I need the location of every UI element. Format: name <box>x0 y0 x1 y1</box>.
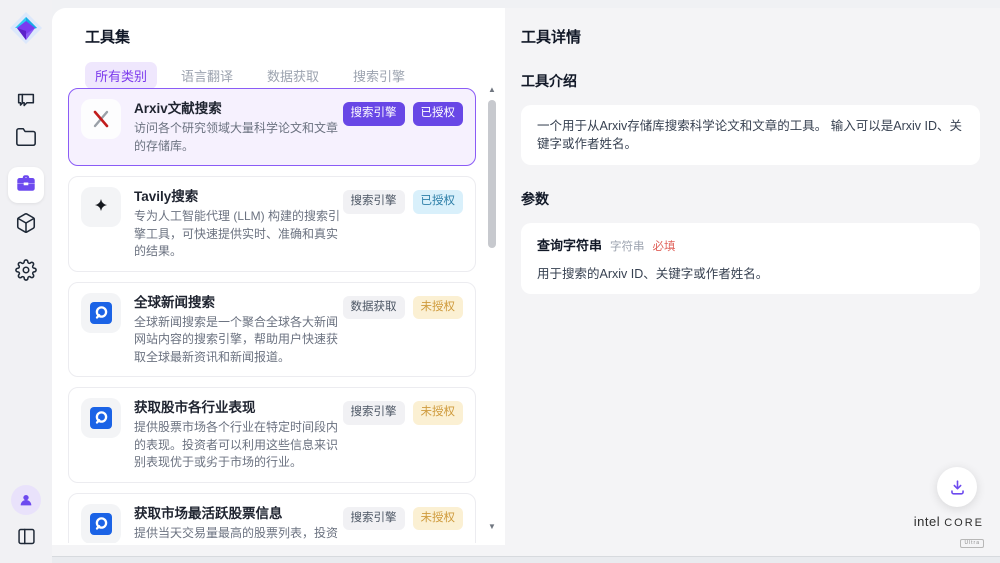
person-icon <box>18 492 34 508</box>
auth-status-badge: 未授权 <box>413 507 464 531</box>
category-badge: 数据获取 <box>343 296 405 320</box>
page-title: 工具集 <box>85 26 130 47</box>
tool-details-panel: 工具详情 工具介绍 一个用于从Arxiv存储库搜索科学论文和文章的工具。 输入可… <box>505 8 1000 556</box>
scroll-up-arrow[interactable]: ▲ <box>486 84 498 96</box>
settings-gear-icon <box>15 259 37 286</box>
chat-icon <box>15 89 37 116</box>
tool-description: 访问各个研究领域大量科学论文和文章的存储库。 <box>134 120 343 155</box>
folder-icon <box>15 126 37 153</box>
tool-name: 获取股市各行业表现 <box>134 398 343 417</box>
arxiv-x-icon <box>81 99 121 139</box>
tool-name: Arxiv文献搜索 <box>134 99 343 118</box>
auth-status-badge: 已授权 <box>413 190 464 214</box>
tool-card-global-news[interactable]: 全球新闻搜索 全球新闻搜索是一个聚合全球各大新闻网站内容的搜索引擎，帮助用户快速… <box>68 282 476 378</box>
sidebar-item-settings[interactable] <box>8 254 44 290</box>
tool-card-stock-sectors[interactable]: 获取股市各行业表现 提供股票市场各个行业在特定时间段内的表现。投资者可以利用这些… <box>68 387 476 483</box>
tool-card-active-stocks[interactable]: 获取市场最活跃股票信息 提供当天交易量最高的股票列表，投资者可以利用这些信息来识… <box>68 493 476 544</box>
parameter-card: 查询字符串 字符串 必填 用于搜索的Arxiv ID、关键字或作者姓名。 <box>521 223 980 294</box>
intro-card: 一个用于从Arxiv存储库搜索科学论文和文章的工具。 输入可以是Arxiv ID… <box>521 105 980 165</box>
scrollbar-thumb[interactable] <box>488 100 496 248</box>
panel-toggle-icon <box>16 526 37 552</box>
tool-list: Arxiv文献搜索 访问各个研究领域大量科学论文和文章的存储库。 搜索引擎 已授… <box>68 88 476 543</box>
tool-description: 全球新闻搜索是一个聚合全球各大新闻网站内容的搜索引擎，帮助用户快速获取全球最新资… <box>134 314 343 367</box>
params-heading: 参数 <box>521 189 980 209</box>
panel-toggle-button[interactable] <box>8 521 44 557</box>
tool-description: 提供当天交易量最高的股票列表，投资者可以利用这些信息来识别流动性强的股票和潜在的… <box>134 525 343 544</box>
tool-name: 全球新闻搜索 <box>134 293 343 312</box>
tab-all-categories[interactable]: 所有类别 <box>85 62 157 89</box>
download-button[interactable] <box>937 467 977 507</box>
param-description: 用于搜索的Arxiv ID、关键字或作者姓名。 <box>537 263 964 282</box>
tools-panel: 工具集 所有类别 语言翻译 数据获取 搜索引擎 Arxiv文献搜索 访问各个研究… <box>52 8 505 545</box>
tool-card-tavily[interactable]: Tavily搜索 专为人工智能代理 (LLM) 构建的搜索引擎工具，可快速提供实… <box>68 176 476 272</box>
category-badge: 搜索引擎 <box>343 102 405 126</box>
auth-status-badge: 未授权 <box>413 401 464 425</box>
param-name: 查询字符串 <box>537 235 602 254</box>
category-badge: 搜索引擎 <box>343 190 405 214</box>
sidebar-item-chat[interactable] <box>8 84 44 120</box>
brand-diamond-logo[interactable] <box>9 11 43 45</box>
scroll-down-arrow[interactable]: ▼ <box>486 521 498 533</box>
brand-ultra-badge: Ultra <box>960 539 984 548</box>
window-bottom-edge <box>0 556 1000 563</box>
tool-description: 专为人工智能代理 (LLM) 构建的搜索引擎工具，可快速提供实时、准确和真实的结… <box>134 208 343 261</box>
auth-status-badge: 未授权 <box>413 296 464 320</box>
tool-name: Tavily搜索 <box>134 187 343 206</box>
details-title: 工具详情 <box>521 26 980 47</box>
juhe-data-icon <box>81 398 121 438</box>
brand-intel: intel <box>914 514 940 529</box>
tab-translation[interactable]: 语言翻译 <box>171 62 243 89</box>
juhe-data-icon <box>81 293 121 333</box>
tool-name: 获取市场最活跃股票信息 <box>134 504 343 523</box>
intro-heading: 工具介绍 <box>521 71 980 91</box>
intro-text: 一个用于从Arxiv存储库搜索科学论文和文章的工具。 输入可以是Arxiv ID… <box>537 117 964 153</box>
param-required-flag: 必填 <box>653 238 676 254</box>
download-icon <box>948 478 967 497</box>
category-tabs: 所有类别 语言翻译 数据获取 搜索引擎 <box>85 62 415 89</box>
category-badge: 搜索引擎 <box>343 401 405 425</box>
sidebar-item-tools[interactable] <box>8 167 44 203</box>
tab-data-fetch[interactable]: 数据获取 <box>257 62 329 89</box>
toolbox-icon <box>15 172 37 199</box>
tool-description: 提供股票市场各个行业在特定时间段内的表现。投资者可以利用这些信息来识别表现优于或… <box>134 419 343 472</box>
category-badge: 搜索引擎 <box>343 507 405 531</box>
user-avatar[interactable] <box>11 485 41 515</box>
param-type: 字符串 <box>610 238 645 254</box>
sidebar-item-files[interactable] <box>8 121 44 157</box>
cube-icon <box>15 212 37 239</box>
list-scrollbar[interactable]: ▲ ▼ <box>486 84 498 533</box>
tab-search-engine[interactable]: 搜索引擎 <box>343 62 415 89</box>
sidebar-item-plugins[interactable] <box>8 207 44 243</box>
tool-card-arxiv[interactable]: Arxiv文献搜索 访问各个研究领域大量科学论文和文章的存储库。 搜索引擎 已授… <box>68 88 476 166</box>
auth-status-badge: 已授权 <box>413 102 464 126</box>
juhe-data-icon <box>81 504 121 544</box>
sparkle-star-icon <box>81 187 121 227</box>
intel-core-logo: intel CORE Ultra <box>914 513 984 549</box>
brand-core: CORE <box>944 517 984 529</box>
left-rail <box>0 0 52 563</box>
